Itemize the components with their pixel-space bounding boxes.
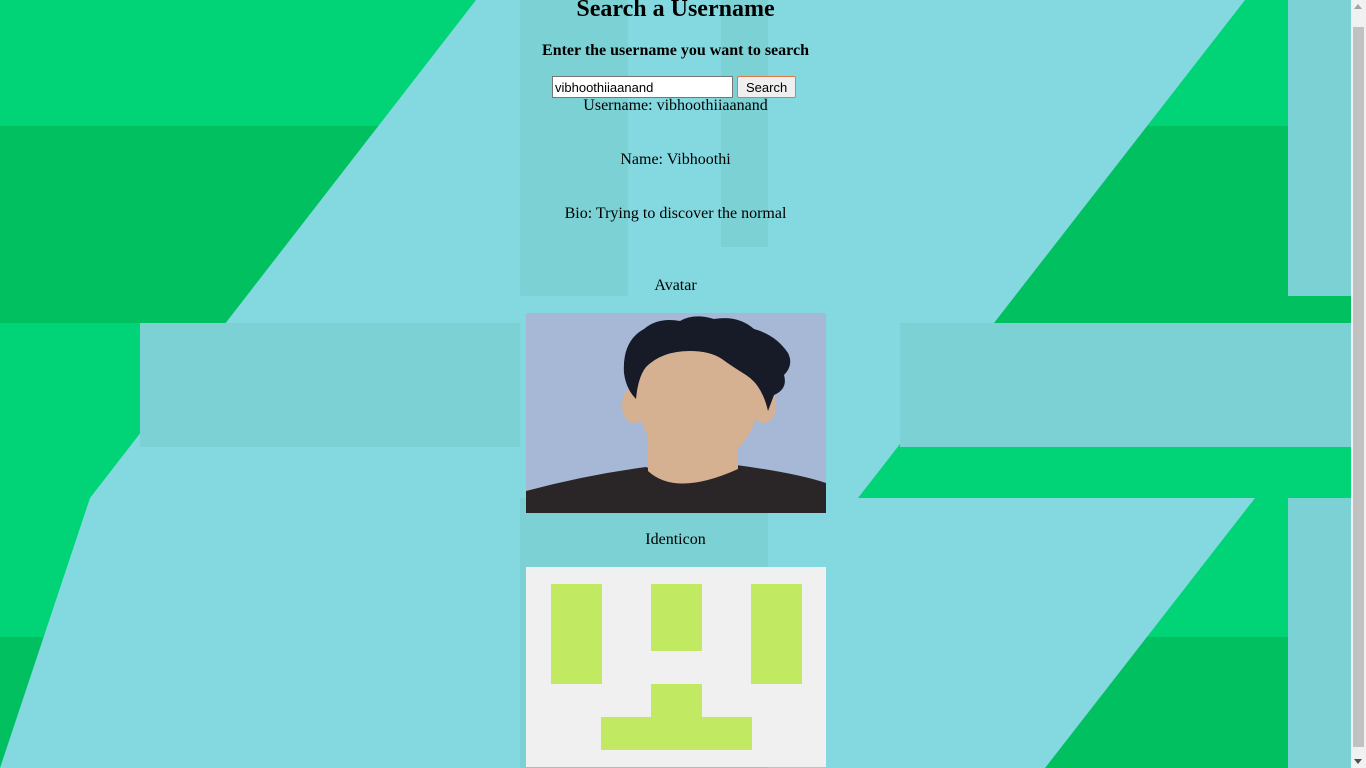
name-text: Name: Vibhoothi xyxy=(620,151,731,168)
bio-text: Bio: Trying to discover the normal xyxy=(564,205,787,222)
page-title: Search a Username xyxy=(576,0,775,22)
username-text: Username: vibhoothiiaanand xyxy=(583,97,768,114)
search-form: Search xyxy=(552,76,797,98)
avatar-image xyxy=(526,313,826,513)
avatar-label: Avatar xyxy=(654,277,697,294)
identicon-image xyxy=(526,567,826,767)
vertical-scrollbar[interactable] xyxy=(1351,0,1366,768)
scrollbar-thumb[interactable] xyxy=(1353,27,1364,747)
scroll-up-arrow-icon[interactable] xyxy=(1354,4,1362,9)
page-subtitle: Enter the username you want to search xyxy=(542,42,809,59)
identicon-label: Identicon xyxy=(645,531,706,548)
search-button[interactable]: Search xyxy=(737,76,797,98)
username-search-input[interactable] xyxy=(552,76,733,98)
scroll-down-arrow-icon[interactable] xyxy=(1354,759,1362,764)
